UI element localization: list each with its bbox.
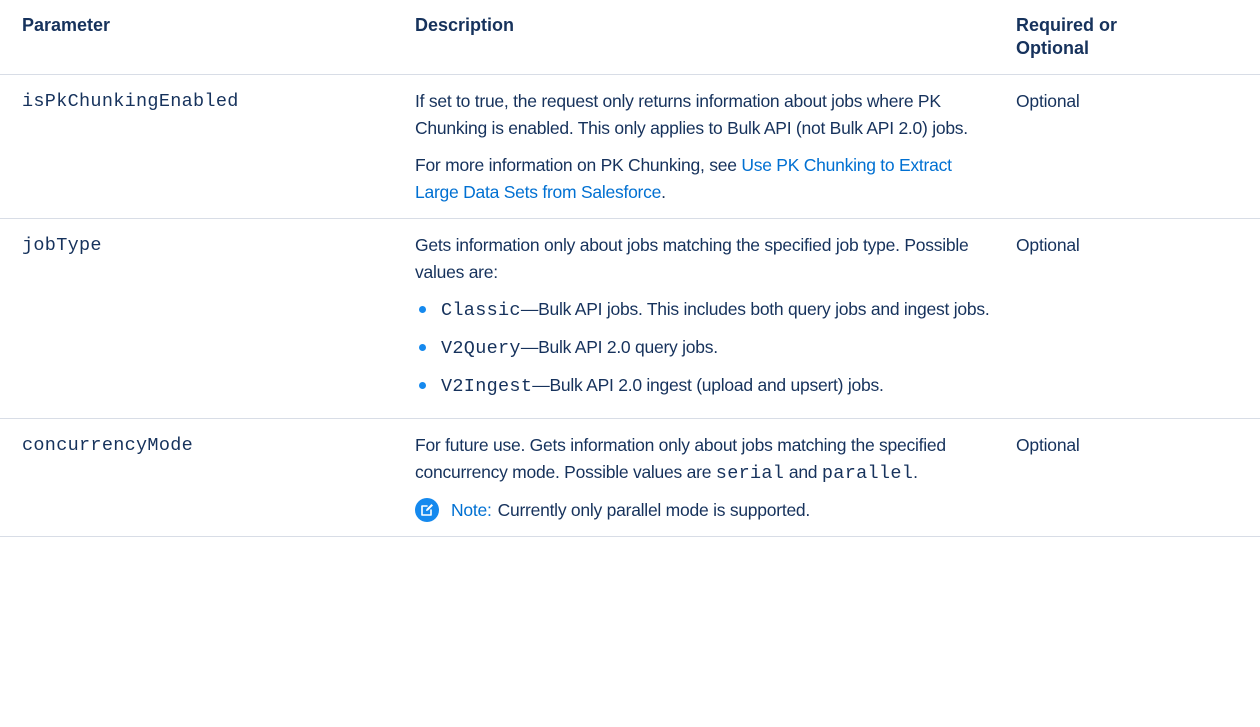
note-text: Currently only parallel mode is supporte… xyxy=(497,500,811,520)
param-name: jobType xyxy=(0,218,395,419)
value-description: —Bulk API 2.0 ingest (upload and upsert)… xyxy=(532,375,884,395)
description-paragraph: For future use. Gets information only ab… xyxy=(415,432,997,487)
param-description: For future use. Gets information only ab… xyxy=(395,418,1005,537)
param-required: Optional xyxy=(1005,74,1260,219)
table-row: jobType Gets information only about jobs… xyxy=(0,218,1260,419)
list-item: Classic—Bulk API jobs. This includes bot… xyxy=(415,296,997,324)
header-required-line1: Required or xyxy=(1016,15,1118,35)
list-item: V2Ingest—Bulk API 2.0 ingest (upload and… xyxy=(415,372,997,400)
param-required: Optional xyxy=(1005,218,1260,419)
list-item: V2Query—Bulk API 2.0 query jobs. xyxy=(415,334,997,362)
bullet-dot-icon xyxy=(419,344,426,351)
header-parameter: Parameter xyxy=(0,0,395,75)
header-required-line2: Optional xyxy=(1016,38,1089,58)
table-row: concurrencyMode For future use. Gets inf… xyxy=(0,418,1260,537)
value-code: serial xyxy=(715,463,785,484)
description-text: For more information on PK Chunking, see xyxy=(415,155,742,175)
description-text: . xyxy=(913,462,918,482)
description-text: and xyxy=(784,462,822,482)
value-description: —Bulk API jobs. This includes both query… xyxy=(520,299,990,319)
param-name: concurrencyMode xyxy=(0,418,395,537)
description-paragraph: Gets information only about jobs matchin… xyxy=(415,235,969,282)
values-list: Classic—Bulk API jobs. This includes bot… xyxy=(415,296,997,400)
value-code: parallel xyxy=(821,463,914,484)
value-code: Classic xyxy=(441,300,521,321)
bullet-dot-icon xyxy=(419,306,426,313)
value-description: —Bulk API 2.0 query jobs. xyxy=(520,337,718,357)
description-paragraph: For more information on PK Chunking, see… xyxy=(415,152,997,206)
value-code: V2Ingest xyxy=(441,376,533,397)
table-header-row: Parameter Description Required or Option… xyxy=(0,0,1260,75)
param-required: Optional xyxy=(1005,418,1260,537)
bullet-dot-icon xyxy=(419,382,426,389)
description-paragraph: If set to true, the request only returns… xyxy=(415,91,968,138)
note-label: Note: xyxy=(451,500,492,520)
edit-note-icon xyxy=(415,498,439,522)
note-callout: Note: Currently only parallel mode is su… xyxy=(415,497,997,524)
param-description: Gets information only about jobs matchin… xyxy=(395,218,1005,419)
description-text: . xyxy=(661,182,666,202)
param-name: isPkChunkingEnabled xyxy=(0,74,395,219)
table-row: isPkChunkingEnabled If set to true, the … xyxy=(0,74,1260,219)
parameters-table: Parameter Description Required or Option… xyxy=(0,0,1260,537)
param-description: If set to true, the request only returns… xyxy=(395,74,1005,219)
header-required-or-optional: Required or Optional xyxy=(1005,0,1260,75)
value-code: V2Query xyxy=(441,338,521,359)
header-description: Description xyxy=(395,0,1005,75)
